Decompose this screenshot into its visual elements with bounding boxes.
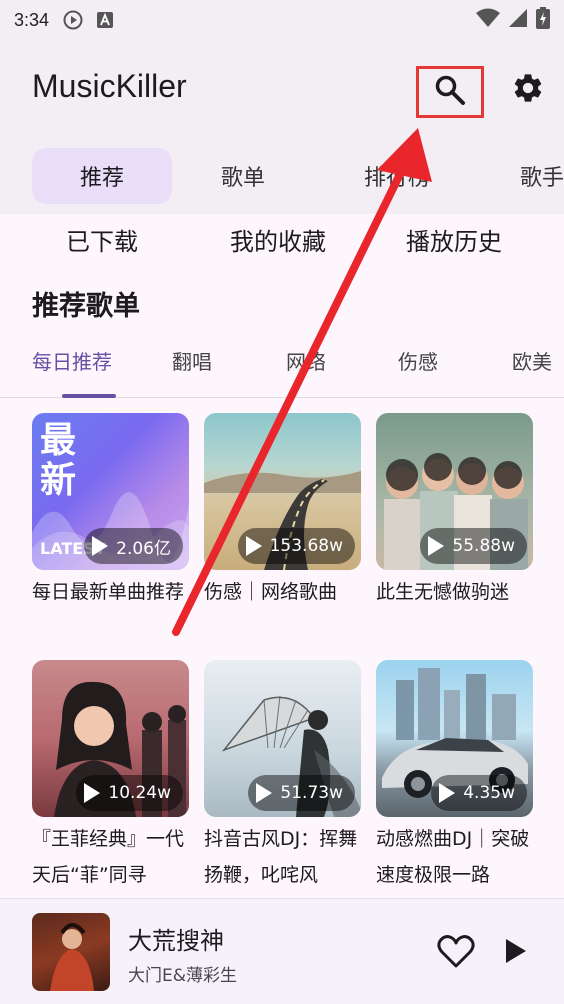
category-sad[interactable]: 伤感 — [398, 346, 438, 375]
playlist-cover: 153.68w — [204, 413, 361, 570]
category-cover[interactable]: 翻唱 — [172, 346, 212, 375]
history-link[interactable]: 播放历史 — [406, 222, 502, 257]
category-tabs: 每日推荐 翻唱 网络 伤感 欧美 — [0, 336, 564, 398]
gear-icon — [511, 71, 545, 109]
category-daily[interactable]: 每日推荐 — [32, 346, 112, 375]
app-bar: MusicKiller 推荐 歌单 排行榜 歌手 — [0, 40, 564, 214]
downloaded-link[interactable]: 已下载 — [66, 222, 138, 257]
play-count-badge: 51.73w — [248, 775, 355, 811]
play-icon — [428, 536, 445, 556]
play-icon — [245, 536, 262, 556]
favorites-link[interactable]: 我的收藏 — [230, 222, 326, 257]
playlist-title: 此生无憾做驹迷 — [376, 581, 510, 603]
playlist-title: 动感燃曲DJ｜突破速度极限一路 — [376, 828, 530, 886]
tab-artists[interactable]: 歌手 — [520, 148, 564, 204]
playlist-title: 『王菲经典』一代天后“菲”同寻 — [32, 828, 185, 886]
playlist-card[interactable]: 最新 LATEST 2.06亿 每日最新单曲推荐 — [32, 413, 189, 610]
playlist-title: 每日最新单曲推荐 — [32, 581, 185, 603]
play-count: 51.73w — [280, 783, 343, 803]
search-icon — [434, 74, 466, 110]
playlist-title: 抖音古风DJ：挥舞扬鞭，叱咤风 — [204, 828, 358, 886]
media-play-status-icon — [63, 10, 83, 30]
tab-recommend[interactable]: 推荐 — [32, 148, 172, 204]
mini-player[interactable]: 大荒搜神 大门E&薄彩生 — [0, 898, 564, 1004]
playlist-card[interactable]: 10.24w 『王菲经典』一代天后“菲”同寻 — [32, 660, 189, 893]
playlist-title: 伤感｜网络歌曲 — [204, 581, 338, 603]
category-western[interactable]: 欧美 — [512, 346, 552, 375]
now-playing-artist: 大门E&薄彩生 — [128, 966, 237, 986]
battery-icon — [536, 7, 550, 33]
album-art — [32, 913, 110, 991]
playlist-cover: 55.88w — [376, 413, 533, 570]
play-count: 10.24w — [108, 783, 171, 803]
now-playing-title: 大荒搜神 — [128, 927, 224, 955]
play-count: 4.35w — [463, 783, 515, 803]
play-icon — [92, 536, 109, 556]
play-icon — [500, 939, 530, 971]
playlist-cover: 51.73w — [204, 660, 361, 817]
play-count: 55.88w — [452, 536, 515, 556]
playlist-cover: 10.24w — [32, 660, 189, 817]
notification-a-icon — [95, 10, 115, 30]
play-count-badge: 55.88w — [420, 528, 527, 564]
quick-links: 已下载 我的收藏 播放历史 — [0, 222, 564, 262]
cell-signal-icon — [508, 8, 528, 32]
play-count-badge: 153.68w — [237, 528, 355, 564]
play-icon — [256, 783, 273, 803]
play-icon — [84, 783, 101, 803]
tab-playlists[interactable]: 歌单 — [192, 148, 294, 204]
play-count: 2.06亿 — [116, 538, 171, 559]
playlist-card[interactable]: 51.73w 抖音古风DJ：挥舞扬鞭，叱咤风 — [204, 660, 361, 893]
play-icon — [439, 783, 456, 803]
wifi-icon — [476, 8, 500, 32]
like-button[interactable] — [436, 933, 476, 969]
settings-button[interactable] — [506, 68, 550, 112]
playlist-card[interactable]: 153.68w 伤感｜网络歌曲 — [204, 413, 361, 610]
category-network[interactable]: 网络 — [286, 346, 326, 375]
play-count-badge: 2.06亿 — [84, 528, 183, 564]
play-count-badge: 4.35w — [431, 775, 527, 811]
app-title: MusicKiller — [32, 68, 187, 104]
playlist-card[interactable]: 55.88w 此生无憾做驹迷 — [376, 413, 533, 610]
status-time: 3:34 — [14, 9, 50, 30]
playlist-cover: 4.35w — [376, 660, 533, 817]
tab-charts[interactable]: 排行榜 — [346, 148, 448, 204]
section-title: 推荐歌单 — [32, 291, 140, 322]
main-tabs: 推荐 歌单 排行榜 歌手 — [0, 146, 564, 206]
play-count: 153.68w — [269, 536, 343, 556]
search-button[interactable] — [416, 66, 484, 118]
status-bar: 3:34 — [0, 0, 564, 40]
heart-icon — [436, 935, 476, 973]
play-button[interactable] — [500, 935, 530, 967]
playlist-cover: 最新 LATEST 2.06亿 — [32, 413, 189, 570]
category-indicator — [62, 394, 116, 398]
play-count-badge: 10.24w — [76, 775, 183, 811]
playlist-card[interactable]: 4.35w 动感燃曲DJ｜突破速度极限一路 — [376, 660, 533, 893]
